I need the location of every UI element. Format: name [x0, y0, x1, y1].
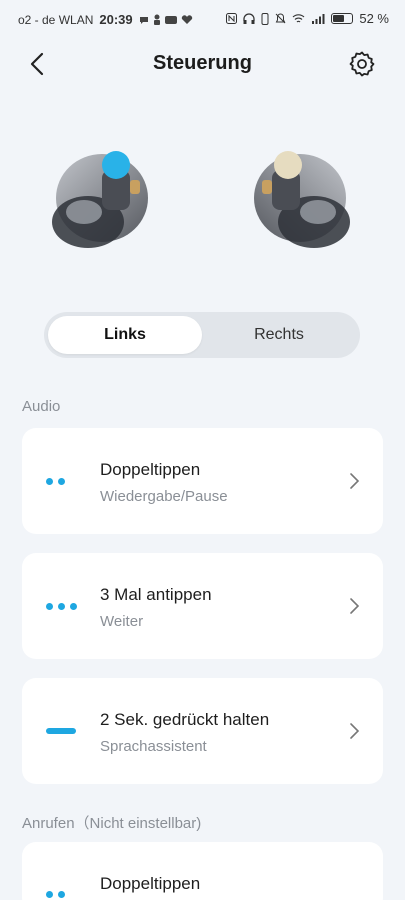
gesture-action: Weiter [100, 613, 144, 630]
triple-tap-icon [46, 601, 77, 611]
status-right: 52 % [226, 11, 389, 26]
heart-icon [181, 14, 192, 24]
gesture-card-long-press[interactable]: 2 Sek. gedrückt halten Sprachassistent [22, 678, 383, 784]
nfc-icon [226, 13, 238, 24]
page-title: Steuerung [153, 52, 252, 74]
gesture-title: 2 Sek. gedrückt halten [100, 710, 270, 729]
tab-links[interactable]: Links [48, 316, 202, 354]
section-calls-label: Anrufen（Nicht einstellbar) [22, 815, 202, 832]
gesture-title: Doppeltippen [100, 874, 201, 893]
person-icon [153, 14, 160, 25]
earbud-side-toggle: Links Rechts [44, 312, 360, 358]
app-icon [164, 15, 177, 24]
vibrate-icon [261, 12, 269, 25]
long-press-icon [46, 726, 76, 736]
chevron-right-icon [350, 473, 360, 489]
signal-icon [312, 14, 325, 24]
gear-icon [349, 51, 375, 77]
status-bar: o2 - de WLAN 20:39 52 % [0, 0, 405, 38]
gesture-card-triple-tap[interactable]: 3 Mal antippen Weiter [22, 553, 383, 659]
clock: 20:39 [99, 12, 133, 27]
settings-button[interactable] [347, 49, 377, 79]
gesture-title: 3 Mal antippen [100, 585, 212, 604]
gesture-title: Doppeltippen [100, 460, 201, 479]
gesture-card-double-tap[interactable]: Doppeltippen Wiedergabe/Pause [22, 428, 383, 534]
battery-icon [331, 13, 354, 24]
double-tap-icon [46, 889, 65, 899]
chevron-right-icon [350, 598, 360, 614]
double-tap-icon [46, 476, 65, 486]
mute-icon [276, 13, 286, 24]
section-audio-label: Audio [22, 398, 61, 415]
notification-icons [139, 14, 193, 25]
status-left: o2 - de WLAN 20:39 [18, 12, 193, 27]
gesture-action: Wiedergabe/Pause [100, 488, 228, 505]
right-earbud-image [248, 140, 358, 260]
chat-icon [139, 16, 148, 24]
headphones-icon [243, 13, 256, 24]
battery-percent: 52 % [359, 11, 389, 26]
tab-rechts[interactable]: Rechts [202, 316, 356, 354]
chevron-right-icon [350, 723, 360, 739]
wifi-icon [292, 14, 305, 23]
left-earbud-image [44, 140, 154, 260]
header: Steuerung [0, 42, 405, 86]
carrier-label: o2 - de WLAN [18, 12, 94, 27]
call-gesture-card-double-tap: Doppeltippen [22, 842, 383, 900]
gesture-action: Sprachassistent [100, 738, 207, 755]
